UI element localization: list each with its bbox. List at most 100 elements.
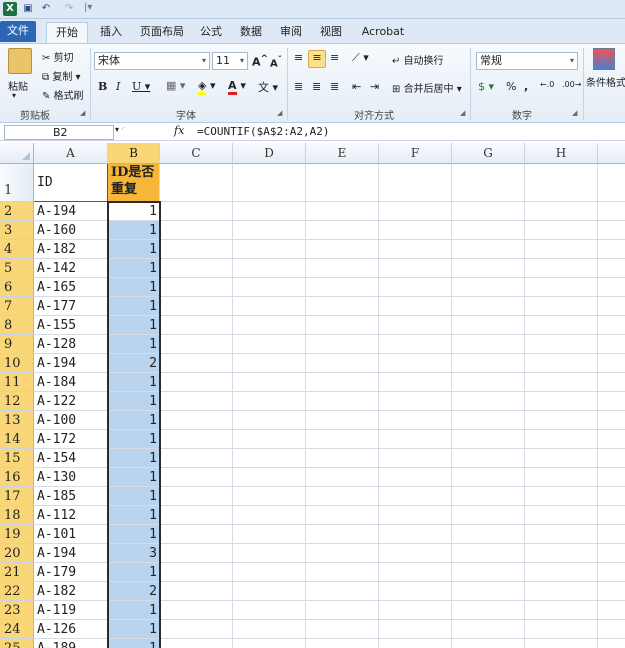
number-format-select[interactable]: 常规 ▾ [476, 52, 578, 70]
font-name-select[interactable]: 宋体 ▾ [94, 52, 210, 70]
id-cell[interactable]: A-112 [34, 506, 108, 525]
empty-cell[interactable] [160, 620, 233, 639]
empty-cell[interactable] [160, 449, 233, 468]
column-header-h[interactable]: H [525, 143, 598, 164]
duplicate-count-cell[interactable]: 1 [108, 487, 160, 506]
empty-cell[interactable] [160, 297, 233, 316]
empty-cell[interactable] [233, 639, 306, 648]
empty-cell[interactable] [452, 221, 525, 240]
excel-logo-icon[interactable]: X [3, 2, 17, 16]
empty-cell[interactable] [598, 259, 625, 278]
duplicate-count-cell[interactable]: 1 [108, 202, 160, 221]
empty-cell[interactable] [379, 639, 452, 648]
decrease-indent-button[interactable]: ⇤ [352, 80, 361, 93]
empty-cell[interactable] [379, 449, 452, 468]
empty-cell[interactable] [379, 411, 452, 430]
phonetic-button[interactable]: 文 ▾ [258, 79, 278, 95]
empty-cell[interactable] [306, 373, 379, 392]
row-header[interactable]: 22 [0, 582, 34, 601]
empty-cell[interactable] [598, 202, 625, 221]
empty-cell[interactable] [525, 411, 598, 430]
column-header-f[interactable]: F [379, 143, 452, 164]
conditional-format-icon[interactable] [593, 48, 615, 70]
empty-cell[interactable] [452, 373, 525, 392]
empty-cell[interactable] [379, 582, 452, 601]
empty-cell[interactable] [525, 221, 598, 240]
empty-cell[interactable] [525, 620, 598, 639]
fill-color-button[interactable]: ◈ ▾ [198, 79, 216, 95]
empty-cell[interactable] [306, 525, 379, 544]
duplicate-count-cell[interactable]: 1 [108, 278, 160, 297]
empty-cell[interactable] [452, 335, 525, 354]
empty-cell[interactable] [525, 297, 598, 316]
empty-cell[interactable] [525, 468, 598, 487]
font-color-button[interactable]: A ▾ [228, 79, 246, 95]
empty-cell[interactable] [233, 506, 306, 525]
row-header[interactable]: 8 [0, 316, 34, 335]
empty-cell[interactable] [306, 164, 379, 202]
id-cell[interactable]: A-182 [34, 240, 108, 259]
row-header[interactable]: 4 [0, 240, 34, 259]
empty-cell[interactable] [379, 392, 452, 411]
clipboard-launcher-icon[interactable]: ◢ [80, 109, 85, 117]
empty-cell[interactable] [598, 506, 625, 525]
empty-cell[interactable] [452, 297, 525, 316]
empty-cell[interactable] [233, 240, 306, 259]
empty-cell[interactable] [598, 449, 625, 468]
empty-cell[interactable] [598, 373, 625, 392]
empty-cell[interactable] [598, 544, 625, 563]
id-cell[interactable]: A-189 [34, 639, 108, 648]
empty-cell[interactable] [160, 316, 233, 335]
currency-button[interactable]: $ ▾ [478, 80, 494, 93]
row-header[interactable]: 2 [0, 202, 34, 221]
empty-cell[interactable] [525, 240, 598, 259]
empty-cell[interactable] [452, 354, 525, 373]
empty-cell[interactable] [525, 392, 598, 411]
empty-cell[interactable] [233, 449, 306, 468]
empty-cell[interactable] [233, 411, 306, 430]
empty-cell[interactable] [598, 430, 625, 449]
id-cell[interactable]: A-100 [34, 411, 108, 430]
empty-cell[interactable] [452, 582, 525, 601]
empty-cell[interactable] [233, 316, 306, 335]
empty-cell[interactable] [160, 525, 233, 544]
row-header[interactable]: 13 [0, 411, 34, 430]
empty-cell[interactable] [233, 582, 306, 601]
empty-cell[interactable] [233, 620, 306, 639]
duplicate-count-cell[interactable]: 1 [108, 373, 160, 392]
paste-dropdown-icon[interactable]: ▾ [12, 91, 16, 100]
id-cell[interactable]: A-194 [34, 544, 108, 563]
row-header[interactable]: 24 [0, 620, 34, 639]
align-middle-button[interactable]: ≡ [308, 50, 326, 68]
empty-cell[interactable] [233, 487, 306, 506]
cut-button[interactable]: ✂ 剪切 [42, 49, 74, 64]
empty-cell[interactable] [452, 392, 525, 411]
empty-cell[interactable] [233, 601, 306, 620]
id-cell[interactable]: A-179 [34, 563, 108, 582]
row-header[interactable]: 12 [0, 392, 34, 411]
empty-cell[interactable] [233, 278, 306, 297]
empty-cell[interactable] [160, 563, 233, 582]
empty-cell[interactable] [379, 316, 452, 335]
duplicate-count-cell[interactable]: 1 [108, 335, 160, 354]
empty-cell[interactable] [233, 544, 306, 563]
save-icon[interactable]: ▣ [21, 2, 35, 16]
empty-cell[interactable] [598, 411, 625, 430]
id-cell[interactable]: A-130 [34, 468, 108, 487]
id-cell[interactable]: A-155 [34, 316, 108, 335]
id-cell[interactable]: A-160 [34, 221, 108, 240]
duplicate-count-cell[interactable]: 2 [108, 582, 160, 601]
row-header[interactable]: 18 [0, 506, 34, 525]
shrink-font-button[interactable]: Aˇ [270, 54, 282, 69]
column-header-a[interactable]: A [34, 143, 108, 164]
tab-data[interactable]: 数据 [236, 22, 266, 43]
empty-cell[interactable] [598, 392, 625, 411]
empty-cell[interactable] [525, 525, 598, 544]
empty-cell[interactable] [160, 506, 233, 525]
empty-cell[interactable] [452, 259, 525, 278]
empty-cell[interactable] [525, 335, 598, 354]
empty-cell[interactable] [452, 506, 525, 525]
empty-cell[interactable] [379, 202, 452, 221]
empty-cell[interactable] [452, 468, 525, 487]
id-cell[interactable]: A-185 [34, 487, 108, 506]
